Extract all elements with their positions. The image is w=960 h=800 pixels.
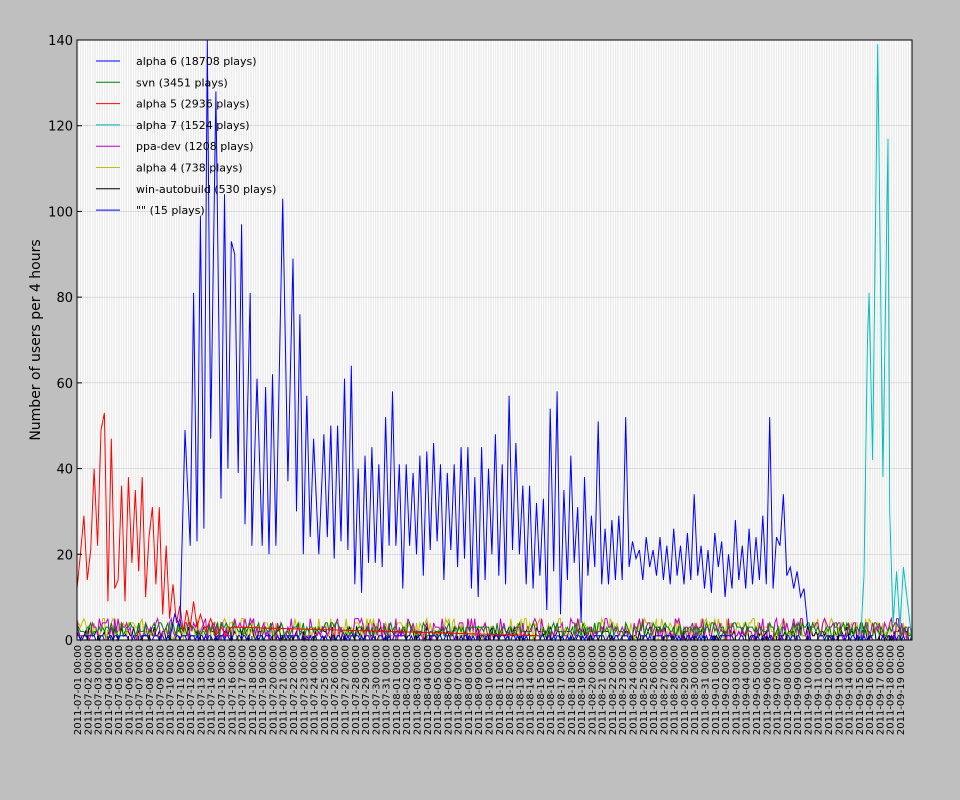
chart-figure: 0 20 40 60 80 100 120 140 2011-07-01 00:00 2011-… — [28, 34, 913, 735]
x-axis: 2011-07-01 00:00 2011-07-02 00:00 2011-07-… — [73, 636, 907, 735]
legend-label: alpha 7 (1524 plays) — [136, 119, 250, 132]
y-tick-label: 80 — [56, 291, 73, 306]
legend-label: win-autobuild (530 plays) — [136, 183, 276, 196]
legend-label: alpha 4 (738 plays) — [136, 162, 243, 175]
y-tick-label: 40 — [56, 463, 73, 478]
y-tick-label: 100 — [48, 205, 73, 220]
y-tick-label: 0 — [65, 634, 73, 649]
y-tick-label: 60 — [56, 377, 73, 392]
legend-label: ppa-dev (1208 plays) — [136, 140, 254, 153]
legend-label: "" (15 plays) — [136, 204, 205, 217]
legend-label: svn (3451 plays) — [136, 76, 228, 89]
legend-label: alpha 5 (2936 plays) — [136, 98, 250, 111]
y-axis-label: Number of users per 4 hours — [28, 239, 44, 440]
y-tick-label: 20 — [56, 548, 73, 563]
legend-label: alpha 6 (18708 plays) — [136, 55, 257, 68]
x-tick-label: 2011-09-19 00:00 — [896, 645, 907, 735]
y-tick-label: 140 — [48, 34, 73, 49]
y-tick-label: 120 — [48, 120, 73, 135]
